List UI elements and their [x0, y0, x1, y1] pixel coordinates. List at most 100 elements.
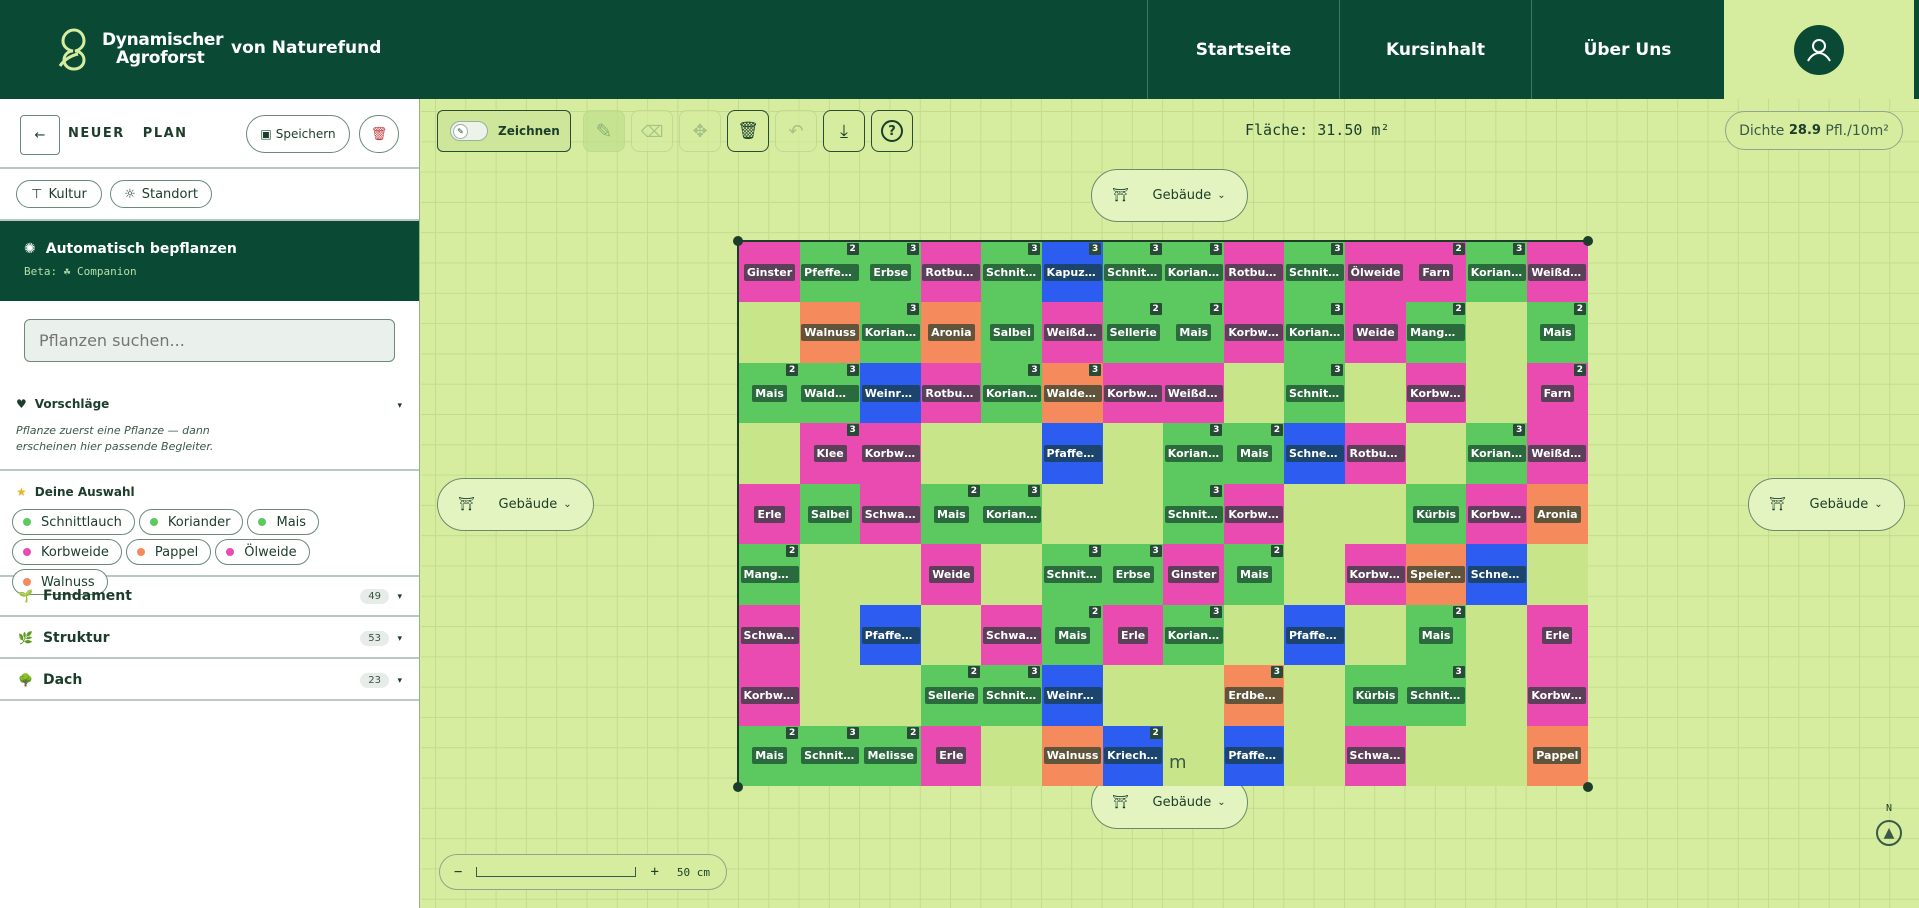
grid-cell[interactable]: Walnuss [799, 302, 861, 364]
grid-cell[interactable] [1163, 665, 1225, 727]
grid-cell[interactable]: Salbei [981, 302, 1043, 364]
profile-tab[interactable] [1724, 0, 1914, 99]
grid-cell[interactable]: Kriechen… 2 [1102, 725, 1164, 787]
grid-cell[interactable]: Weißdorn [1163, 362, 1225, 424]
grid-cell[interactable]: Korbweide [1466, 483, 1528, 545]
grid-cell[interactable]: Mais 2 [1163, 302, 1225, 364]
grid-cell[interactable] [799, 665, 861, 727]
grid-cell[interactable]: Koriander 3 [1466, 242, 1528, 303]
grid-cell[interactable]: Korbweide [1102, 362, 1164, 424]
grid-cell[interactable]: Pappel [1526, 725, 1588, 787]
grid-cell[interactable]: Koriander 3 [1466, 423, 1528, 485]
grid-cell[interactable]: Korbweide [1405, 362, 1467, 424]
grid-cell[interactable]: Speierli… [1405, 544, 1467, 606]
grid-cell[interactable]: Walderdb… 3 [1042, 362, 1104, 424]
grid-cell[interactable]: Schneeba… [1284, 423, 1346, 485]
undo-tool-button[interactable]: ↶ [775, 110, 817, 152]
grid-corner-handle[interactable] [733, 782, 743, 792]
grid-cell[interactable]: Ölweide [1345, 242, 1407, 303]
grid-cell[interactable] [1405, 423, 1467, 485]
category-struktur[interactable]: 🌿 Struktur 53 ▾ [0, 619, 419, 659]
grid-cell[interactable]: Pfaffenh… [860, 604, 922, 666]
grid-cell[interactable]: Mais 2 [1042, 604, 1104, 666]
grid-cell[interactable]: Melisse 2 [860, 725, 922, 787]
grid-cell[interactable]: Mais 2 [1526, 302, 1588, 364]
plan-canvas[interactable]: ✎ Zeichnen ✎ ⌫ ✥ 🗑 ↶ ⤓ ? Fläche: 31.50 m… [421, 99, 1919, 908]
grid-cell[interactable]: Sellerie 2 [920, 665, 982, 727]
grid-cell[interactable]: Schwarze… [981, 604, 1043, 666]
grid-cell[interactable] [1345, 604, 1407, 666]
grid-cell[interactable] [1284, 544, 1346, 606]
zoom-in-button[interactable]: + [650, 864, 658, 880]
grid-cell[interactable]: Walnuss [1042, 725, 1104, 787]
help-tool-button[interactable]: ? [871, 110, 913, 152]
selection-chip[interactable]: Pappel [125, 539, 212, 565]
grid-cell[interactable]: Aronia [920, 302, 982, 364]
grid-cell[interactable] [981, 544, 1043, 606]
grid-cell[interactable] [1466, 604, 1528, 666]
grid-cell[interactable]: Kürbis [1405, 483, 1467, 545]
grid-cell[interactable] [739, 423, 801, 485]
grid-cell[interactable]: Mais 2 [739, 725, 801, 787]
filter-standort-button[interactable]: ☼ Standort [110, 180, 212, 208]
grid-cell[interactable]: Koriander 3 [860, 302, 922, 364]
nav-kursinhalt[interactable]: Kursinhalt [1339, 0, 1531, 99]
grid-cell[interactable] [1466, 725, 1528, 787]
grid-cell[interactable]: Schwarze… [739, 604, 801, 666]
grid-cell[interactable]: Rotbuche [920, 242, 982, 303]
grid-cell[interactable]: Weide [920, 544, 982, 606]
grid-cell[interactable]: Korbweide [860, 423, 922, 485]
grid-cell[interactable]: Weinrose [860, 362, 922, 424]
grid-cell[interactable]: Koriander 3 [981, 362, 1043, 424]
zoom-out-button[interactable]: − [454, 864, 462, 880]
grid-cell[interactable] [1405, 725, 1467, 787]
grid-cell[interactable] [1284, 483, 1346, 545]
grid-cell[interactable]: Salbei [799, 483, 861, 545]
grid-cell[interactable]: Mais 2 [1405, 604, 1467, 666]
grid-cell[interactable]: Rotbuche [920, 362, 982, 424]
grid-cell[interactable] [1102, 423, 1164, 485]
grid-cell[interactable]: Korbweide [1345, 544, 1407, 606]
plant-search-input[interactable] [24, 319, 395, 362]
grid-cell[interactable]: Schneeba… [1466, 544, 1528, 606]
building-left[interactable]: ⛩ Gebäude ⌄ [437, 478, 594, 531]
grid-cell[interactable]: Koriander 3 [1163, 604, 1225, 666]
grid-cell[interactable]: Korbweide [1526, 665, 1588, 727]
grid-cell[interactable]: Klee 3 [799, 423, 861, 485]
grid-cell[interactable]: Erle [1102, 604, 1164, 666]
grid-cell[interactable]: Mais 2 [1223, 423, 1285, 485]
toggle-switch[interactable]: ✎ [450, 121, 488, 141]
grid-cell[interactable] [1345, 362, 1407, 424]
grid-cell[interactable]: Mangold 2 [739, 544, 801, 606]
grid-cell[interactable]: Weißdorn [1526, 423, 1588, 485]
pencil-tool-button[interactable]: ✎ [583, 110, 625, 152]
grid-cell[interactable]: Erle [739, 483, 801, 545]
grid-cell[interactable] [1102, 665, 1164, 727]
eraser-tool-button[interactable]: ⌫ [631, 110, 673, 152]
grid-corner-handle[interactable] [733, 236, 743, 246]
grid-cell[interactable] [1466, 302, 1528, 364]
grid-cell[interactable] [860, 665, 922, 727]
grid-cell[interactable]: Ginster [739, 242, 801, 303]
draw-toggle[interactable]: ✎ Zeichnen [437, 110, 571, 152]
grid-cell[interactable]: Farn 2 [1526, 362, 1588, 424]
grid-cell[interactable] [1284, 665, 1346, 727]
brand-logo[interactable]: Dynamischer Agroforst [52, 26, 224, 72]
grid-corner-handle[interactable] [1583, 236, 1593, 246]
grid-cell[interactable]: Farn 2 [1405, 242, 1467, 303]
grid-cell[interactable]: Schnitt… 3 [981, 242, 1043, 303]
grid-cell[interactable] [920, 423, 982, 485]
grid-cell[interactable]: Schnitt… 3 [1405, 665, 1467, 727]
trash-tool-button[interactable]: 🗑 [727, 110, 769, 152]
grid-cell[interactable]: Schnitt… 3 [1163, 483, 1225, 545]
grid-cell[interactable] [1223, 362, 1285, 424]
nav-ueber-uns[interactable]: Über Uns [1531, 0, 1723, 99]
grid-cell[interactable] [799, 604, 861, 666]
grid-cell[interactable]: Koriander 3 [1163, 423, 1225, 485]
grid-cell[interactable] [799, 544, 861, 606]
grid-cell[interactable]: Mangold 2 [1405, 302, 1467, 364]
grid-cell[interactable]: Erbse 3 [1102, 544, 1164, 606]
grid-cell[interactable]: Rotbuche [1223, 242, 1285, 303]
grid-cell[interactable]: Korbweide [1223, 483, 1285, 545]
grid-cell[interactable]: Schwarze… [860, 483, 922, 545]
